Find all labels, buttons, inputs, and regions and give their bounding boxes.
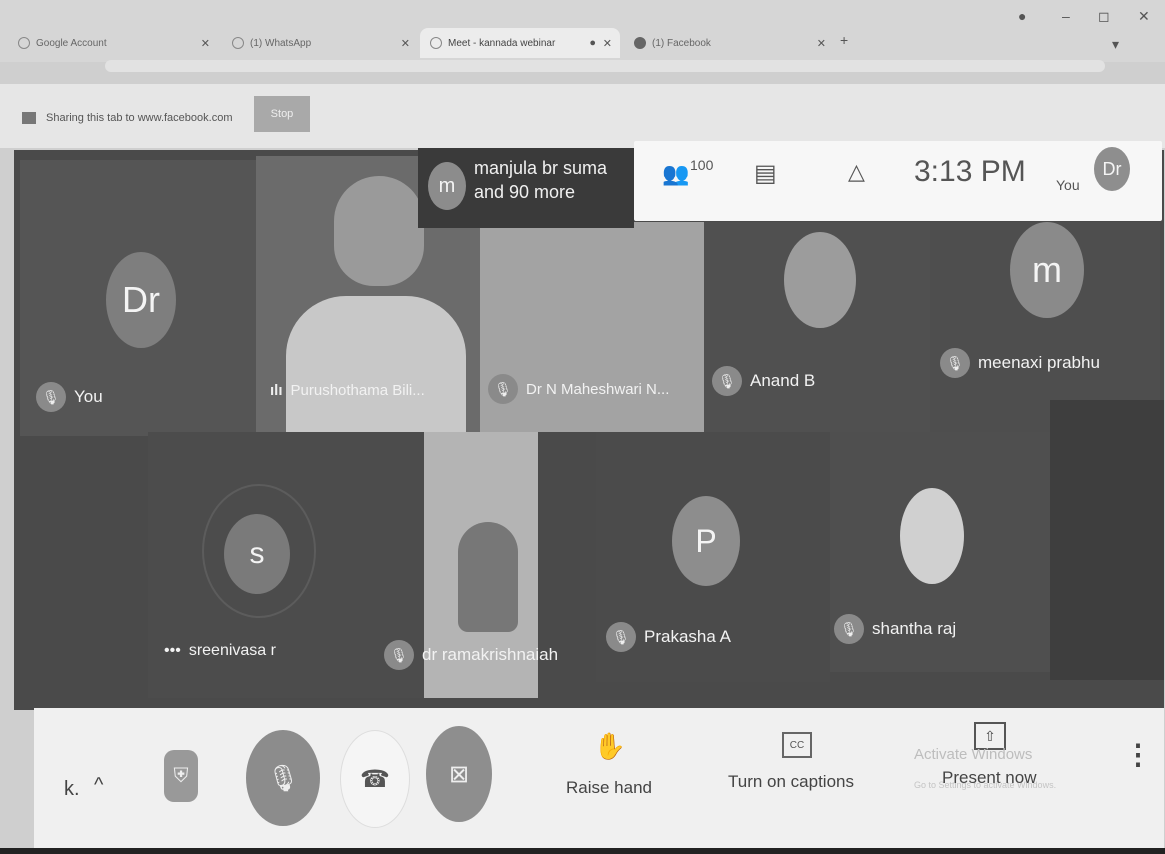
chevron-up-icon[interactable]: ^ — [94, 774, 103, 797]
tab-meet[interactable]: Meet - kannada webinar ● ✕ — [420, 28, 620, 58]
tab-google-account[interactable]: Google Account ✕ — [8, 28, 218, 58]
mic-off-icon: 🎙 — [384, 640, 414, 670]
mic-off-icon: 🎙 — [36, 382, 66, 412]
tab-title: (1) WhatsApp — [250, 37, 312, 49]
meet-icon — [430, 37, 442, 49]
tab-title: Google Account — [36, 37, 107, 49]
participant-name: ••• sreenivasa r — [164, 642, 276, 660]
audio-level-icon: ılı — [270, 382, 283, 399]
participant-name-ramakrishnaiah: 🎙 dr ramakrishnaiah — [384, 640, 558, 670]
overflow-text: manjula br suma and 90 more — [474, 158, 608, 202]
avatar — [900, 488, 964, 584]
participant-video — [334, 176, 424, 286]
mic-off-icon: 🎙 — [940, 348, 970, 378]
participant-video — [458, 522, 518, 632]
meeting-time: 3:13 PM — [914, 155, 1026, 188]
sharing-bar: Sharing this tab to www.facebook.com — [0, 84, 1165, 148]
participant-name: 🎙 You — [36, 382, 103, 412]
google-icon — [18, 37, 30, 49]
screen-edge — [0, 848, 1165, 854]
avatar: m — [428, 162, 466, 210]
end-call-icon: ☎ — [360, 765, 390, 793]
mic-off-icon: 🎙 — [266, 762, 300, 793]
overflow-participants-chip[interactable]: m manjula br suma and 90 more — [418, 148, 634, 228]
maximize-icon[interactable]: ◻ — [1098, 8, 1110, 25]
raise-hand-button[interactable]: Raise hand — [566, 778, 652, 798]
whatsapp-icon — [232, 37, 244, 49]
participant-name: 🎙 meenaxi prabhu — [940, 348, 1100, 378]
account-circle-icon[interactable]: ● — [1018, 8, 1026, 24]
avatar — [784, 232, 856, 328]
activities-icon[interactable]: △ — [848, 159, 865, 185]
participant-tile-maheshwari[interactable]: 🎙 Dr N Maheshwari N... — [480, 222, 704, 432]
meet-control-bar: k. ^ ⛨ 🎙 ☎ ⊠ ✋ Raise hand CC Turn on cap… — [34, 708, 1164, 848]
avatar: m — [1010, 222, 1084, 318]
meeting-info-bar: 👥 100 ▤ △ 3:13 PM You Dr — [634, 141, 1162, 221]
self-avatar[interactable]: Dr — [1094, 147, 1130, 191]
meeting-code: k. — [64, 778, 80, 800]
sharing-text: Sharing this tab to www.facebook.com — [46, 112, 233, 124]
stop-sharing-button[interactable]: Stop — [254, 96, 310, 132]
mic-off-icon: 🎙 — [712, 366, 742, 396]
participant-count: 100 — [690, 157, 714, 173]
participant-video-body — [286, 296, 466, 432]
mic-off-icon: 🎙 — [488, 374, 518, 404]
mic-off-icon: 🎙 — [834, 614, 864, 644]
recording-dot-icon: ● — [589, 37, 596, 49]
participant-name: 🎙 Anand B — [712, 366, 815, 396]
tab-whatsapp[interactable]: (1) WhatsApp ✕ — [222, 28, 418, 58]
more-options-icon[interactable]: ⋮ — [1124, 738, 1152, 771]
mic-toggle-button[interactable]: 🎙 — [246, 730, 320, 826]
camera-toggle-button[interactable]: ⊠ — [426, 726, 492, 822]
avatar: P — [672, 496, 740, 586]
close-tab-icon[interactable]: ✕ — [401, 37, 410, 50]
tab-facebook[interactable]: (1) Facebook ✕ — [624, 28, 834, 58]
participant-tile-you[interactable]: Dr 🎙 You — [20, 160, 256, 436]
tab-title: (1) Facebook — [652, 37, 711, 49]
leave-call-button[interactable]: ☎ — [340, 730, 410, 828]
share-screen-icon — [22, 112, 36, 124]
captions-icon: CC — [782, 732, 812, 758]
close-window-icon[interactable]: ✕ — [1138, 8, 1150, 25]
participant-tile-anand[interactable]: 🎙 Anand B — [704, 222, 930, 432]
facebook-icon — [634, 37, 646, 49]
meet-video-grid: Dr 🎙 You ılı Purushothama Bili... 🎙 Dr N… — [14, 150, 1164, 710]
self-label: You — [1056, 177, 1080, 193]
participant-name: 🎙 shantha raj — [834, 614, 956, 644]
raise-hand-icon[interactable]: ✋ — [594, 728, 626, 764]
avatar: Dr — [106, 252, 176, 348]
tab-title: Meet - kannada webinar — [448, 37, 556, 49]
mic-off-icon: 🎙 — [606, 622, 636, 652]
participant-tile-shantha[interactable]: 🎙 shantha raj — [830, 432, 1050, 672]
address-bar[interactable] — [105, 60, 1105, 72]
windows-watermark: Activate Windows — [914, 746, 1033, 763]
participant-name: 🎙 Dr N Maheshwari N... — [488, 374, 669, 404]
more-dots-icon[interactable]: ••• — [164, 642, 181, 660]
participant-tile-prakasha[interactable]: P 🎙 Prakasha A — [596, 432, 830, 682]
participant-tile-sreenivasa[interactable]: s ••• sreenivasa r — [148, 432, 424, 698]
empty-tile — [1050, 400, 1164, 680]
security-shield-icon[interactable]: ⛨ — [164, 750, 198, 802]
present-now-button[interactable]: Present now — [942, 768, 1037, 788]
chat-icon[interactable]: ▤ — [754, 159, 777, 188]
new-tab-button[interactable]: + — [840, 32, 848, 48]
tab-search-icon[interactable]: ▾ — [1112, 36, 1119, 53]
participant-name: 🎙 Prakasha A — [606, 622, 731, 652]
close-tab-icon[interactable]: ✕ — [817, 37, 826, 50]
captions-button[interactable]: Turn on captions — [728, 772, 854, 792]
camera-off-icon: ⊠ — [448, 760, 470, 788]
browser-tab-strip: Google Account ✕ (1) WhatsApp ✕ Meet - k… — [0, 0, 1165, 72]
minimize-icon[interactable]: – — [1062, 8, 1070, 24]
close-tab-icon[interactable]: ✕ — [201, 37, 210, 50]
people-icon[interactable]: 👥 — [662, 161, 689, 187]
avatar: s — [224, 514, 290, 594]
participant-name: ılı Purushothama Bili... — [270, 382, 425, 399]
close-tab-icon[interactable]: ✕ — [603, 37, 612, 50]
